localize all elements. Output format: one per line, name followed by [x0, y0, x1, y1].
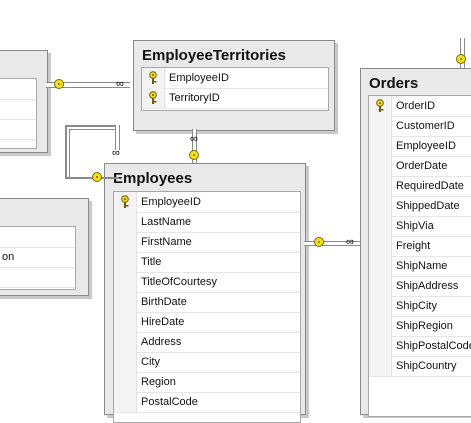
column-name: ShipCountry: [396, 360, 457, 372]
column-row[interactable]: ShipVia: [369, 216, 471, 237]
column-row[interactable]: HireDate: [114, 312, 300, 333]
relationship-key-end-icon: [189, 150, 199, 160]
list-item: [0, 79, 36, 100]
table-employee-territories-body: EmployeeID TerritoryID: [141, 67, 329, 111]
table-employees-body: EmployeeID LastName FirstName Title TitleOfC…: [113, 191, 301, 423]
column-name: ShipVia: [396, 220, 434, 232]
column-row[interactable]: TitleOfCourtesy: [114, 272, 300, 293]
column-name: City: [141, 356, 160, 368]
column-name: on: [2, 251, 15, 263]
relationship-self-line[interactable]: [65, 125, 119, 179]
table-left-upper-body: [0, 78, 37, 149]
table-title: Orders: [369, 75, 419, 92]
column-name: EmployeeID: [396, 140, 456, 152]
table-title: EmployeeTerritories: [142, 47, 286, 64]
list-item: on: [0, 247, 75, 268]
column-name: TerritoryID: [169, 92, 220, 104]
table-orders[interactable]: Orders OrderID CustomerID EmployeeID OrderD…: [360, 68, 471, 417]
column-row[interactable]: EmployeeID: [369, 136, 471, 157]
column-name: ShipRegion: [396, 320, 453, 332]
column-row[interactable]: City: [114, 352, 300, 373]
table-orders-body: OrderID CustomerID EmployeeID OrderDate Requ…: [368, 95, 471, 417]
column-name: ShipAddress: [396, 280, 459, 292]
table-employees[interactable]: Employees EmployeeID LastName FirstName Tit…: [104, 163, 306, 423]
column-name: ShipName: [396, 260, 448, 272]
relationship-key-end-icon: [92, 172, 102, 182]
column-name: CustomerID: [396, 120, 455, 132]
column-name: Freight: [396, 240, 431, 252]
relationship-key-end-icon: [456, 54, 466, 64]
primary-key-icon: [149, 71, 157, 84]
table-left-lower-body: on: [0, 226, 76, 290]
column-row[interactable]: ShipName: [369, 256, 471, 277]
column-name: Address: [141, 336, 182, 348]
relationship-many-end-icon: ∞: [190, 133, 198, 145]
column-row[interactable]: ShipCity: [369, 296, 471, 317]
list-item: [0, 119, 36, 140]
column-row[interactable]: Freight: [369, 236, 471, 257]
table-employee-territories[interactable]: EmployeeTerritories EmployeeID Territory…: [133, 40, 335, 131]
column-row[interactable]: CustomerID: [369, 116, 471, 137]
column-row[interactable]: EmployeeID: [142, 68, 328, 89]
primary-key-icon: [376, 99, 384, 112]
list-item: [0, 227, 75, 248]
relationship-many-end-icon: ∞: [112, 147, 120, 159]
relationship-key-end-icon: [314, 237, 324, 247]
column-name: RequiredDate: [396, 180, 464, 192]
column-name: Title: [141, 256, 162, 268]
column-row[interactable]: ShippedDate: [369, 196, 471, 217]
list-item: [0, 267, 75, 288]
column-name: FirstName: [141, 236, 192, 248]
column-name: ShippedDate: [396, 200, 460, 212]
column-row[interactable]: OrderDate: [369, 156, 471, 177]
column-name: EmployeeID: [169, 72, 229, 84]
column-name: OrderID: [396, 100, 436, 112]
column-name: LastName: [141, 216, 192, 228]
column-row[interactable]: Title: [114, 252, 300, 273]
column-row[interactable]: OrderID: [369, 96, 471, 117]
column-name: HireDate: [141, 316, 185, 328]
column-row[interactable]: ShipRegion: [369, 316, 471, 337]
column-row[interactable]: ShipCountry: [369, 356, 471, 377]
column-row[interactable]: RequiredDate: [369, 176, 471, 197]
column-name: ShipCity: [396, 300, 437, 312]
column-row[interactable]: ShipPostalCode: [369, 336, 471, 357]
column-name: PostalCode: [141, 396, 198, 408]
table-left-lower[interactable]: on: [0, 198, 89, 296]
column-name: TitleOfCourtesy: [141, 276, 218, 288]
column-row[interactable]: Address: [114, 332, 300, 353]
column-row[interactable]: ShipAddress: [369, 276, 471, 297]
table-left-upper[interactable]: [0, 50, 48, 153]
primary-key-icon: [121, 195, 129, 208]
column-name: BirthDate: [141, 296, 187, 308]
column-row[interactable]: FirstName: [114, 232, 300, 253]
table-title: Employees: [113, 170, 193, 187]
primary-key-icon: [149, 91, 157, 104]
column-row[interactable]: LastName: [114, 212, 300, 233]
column-name: ShipPostalCode: [396, 340, 471, 352]
column-row[interactable]: PostalCode: [114, 392, 300, 413]
column-name: EmployeeID: [141, 196, 201, 208]
column-row[interactable]: Region: [114, 372, 300, 393]
relationship-many-end-icon: ∞: [116, 78, 124, 90]
relationship-many-end-icon: ∞: [346, 236, 354, 248]
column-name: Region: [141, 376, 176, 388]
column-row[interactable]: EmployeeID: [114, 192, 300, 213]
column-row[interactable]: BirthDate: [114, 292, 300, 313]
column-name: OrderDate: [396, 160, 448, 172]
column-row[interactable]: TerritoryID: [142, 88, 328, 109]
relationship-key-end-icon: [54, 79, 64, 89]
list-item: [0, 99, 36, 120]
